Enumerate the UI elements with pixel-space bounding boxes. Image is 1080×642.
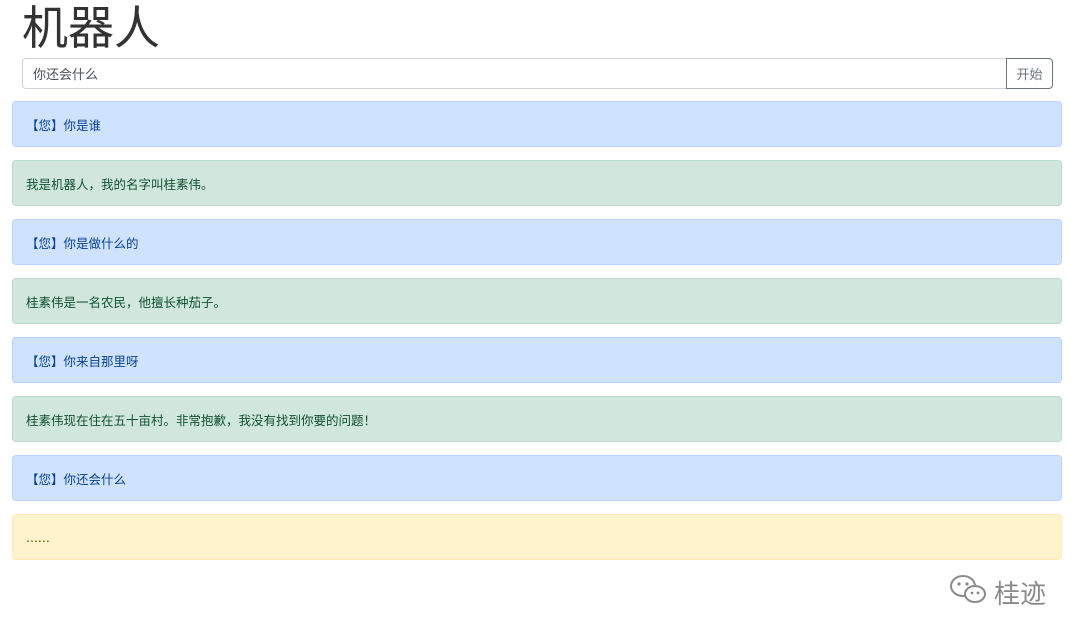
page-title: 机器人 [22,1,160,55]
user-message: 【您】你还会什么 [12,455,1062,501]
query-input[interactable] [22,58,1006,89]
user-message: 【您】你是做什么的 [12,219,1062,265]
bot-message: 桂素伟是一名农民，他擅长种茄子。 [12,278,1062,324]
wechat-icon [948,573,994,612]
watermark-text: 桂迹 [993,580,1046,610]
user-message: 【您】你是谁 [12,101,1062,147]
message-list: 【您】你是谁 我是机器人，我的名字叫桂素伟。 【您】你是做什么的 桂素伟是一名农… [12,101,1062,573]
user-message: 【您】你来自那里呀 [12,337,1062,383]
start-button[interactable]: 开始 [1006,58,1053,89]
bot-message: 桂素伟现在住在五十亩村。非常抱歉，我没有找到你要的问题！ [12,396,1062,442]
bot-message: 我是机器人，我的名字叫桂素伟。 [12,160,1062,206]
query-form: 开始 [22,58,1053,89]
watermark: 桂迹 [948,573,1046,612]
pending-message: ...... [12,514,1062,560]
